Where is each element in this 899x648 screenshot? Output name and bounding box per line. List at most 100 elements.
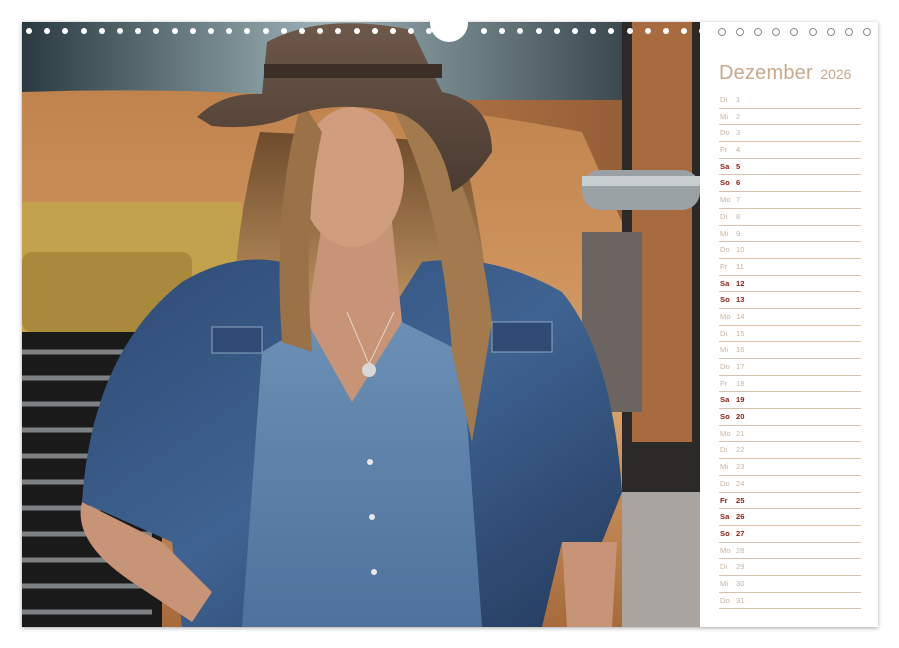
day-row: Mi 9	[719, 226, 861, 243]
day-number: 26	[736, 512, 745, 522]
day-row: Mi 16	[719, 342, 861, 359]
day-name: Di	[720, 445, 728, 455]
binding-hole	[80, 28, 87, 34]
binding-hole	[626, 28, 633, 34]
day-name: Mo	[720, 311, 731, 321]
binding-hole	[135, 28, 142, 34]
day-number: 10	[736, 245, 745, 255]
day-row: Mo 14	[719, 309, 861, 326]
binding-hole	[535, 28, 542, 34]
binding-hole	[262, 28, 269, 34]
day-row: Fr 25	[719, 493, 861, 510]
day-number: 5	[736, 161, 741, 171]
binding-hole	[699, 28, 706, 34]
day-name: Mo	[720, 195, 731, 205]
binding-hole	[44, 28, 51, 34]
day-number: 16	[736, 345, 745, 355]
day-row: So 27	[719, 526, 861, 543]
day-row: Di 8	[719, 209, 861, 226]
day-name: Do	[720, 478, 730, 488]
binding-hole	[499, 28, 506, 34]
binding-hole	[153, 28, 160, 34]
day-row: Do 17	[719, 359, 861, 376]
binding-hole	[553, 28, 560, 34]
day-number: 12	[736, 278, 745, 288]
day-row: Mo 7	[719, 192, 861, 209]
binding-hole	[644, 28, 651, 34]
binding-hole	[754, 28, 762, 36]
day-row: Mi 2	[719, 109, 861, 126]
day-name: So	[720, 295, 730, 305]
day-list: Di 1 Mi 2 Do 3 Fr 4 Sa 5 So 6 Mo 7 Di 8 Mi 9 Do 10 Fr 11 Sa 12 S…	[719, 92, 861, 610]
day-row: Mi 30	[719, 576, 861, 593]
day-number: 28	[736, 545, 745, 555]
day-name: Sa	[720, 161, 730, 171]
binding-hole	[863, 28, 872, 36]
day-number: 18	[736, 378, 745, 388]
day-name: Mi	[720, 228, 729, 238]
day-number: 22	[736, 445, 745, 455]
day-name: Do	[720, 362, 730, 371]
month-heading: Dezember 2026	[719, 62, 851, 85]
day-row: So 6	[719, 175, 861, 193]
binding-hole	[517, 28, 524, 34]
day-name: Do	[720, 595, 730, 605]
day-row: Di 29	[719, 559, 861, 576]
day-name: Di	[720, 211, 728, 221]
binding-hole	[845, 28, 853, 36]
day-number: 9	[736, 228, 741, 238]
day-number: 11	[736, 261, 744, 271]
binding-hole	[735, 28, 744, 36]
day-name: Sa	[720, 512, 730, 522]
day-name: Fr	[720, 495, 728, 505]
day-row: Sa 5	[719, 159, 861, 176]
day-row: Di 1	[719, 92, 861, 109]
binding-hole	[790, 28, 799, 36]
binding-hole	[62, 28, 69, 34]
binding-hole	[717, 28, 726, 36]
day-number: 1	[736, 95, 741, 104]
day-name: Do	[720, 245, 730, 255]
day-number: 24	[736, 478, 745, 488]
binding-hole	[590, 28, 597, 34]
day-number: 23	[736, 462, 745, 472]
day-number: 3	[736, 128, 741, 138]
binding-hole	[681, 28, 688, 34]
binding-hole	[353, 28, 360, 34]
day-row: Sa 12	[719, 276, 861, 293]
day-name: Fr	[720, 145, 728, 155]
day-row: Di 22	[719, 442, 861, 460]
day-row: Do 24	[719, 476, 861, 493]
binding-hole	[244, 28, 251, 34]
binding-hole	[26, 28, 32, 34]
day-row: Do 31	[719, 593, 861, 610]
day-name: Di	[720, 95, 728, 104]
day-name: Fr	[720, 261, 728, 271]
binding-hole	[481, 28, 487, 34]
day-name: Di	[720, 328, 728, 338]
day-name: Mi	[720, 345, 729, 355]
binding-hole	[390, 28, 396, 34]
binding-hole	[826, 28, 835, 36]
binding-hole	[226, 28, 233, 34]
binding-hole	[772, 28, 781, 36]
binding-hole	[117, 28, 123, 34]
day-number: 20	[736, 412, 745, 422]
day-number: 6	[736, 178, 741, 188]
day-row: So 20	[719, 409, 861, 426]
month-name: Dezember	[719, 62, 813, 84]
binding-hole	[208, 28, 214, 34]
day-row: Sa 26	[719, 509, 861, 526]
binding-hole	[171, 28, 178, 34]
binding-hole	[371, 28, 378, 34]
day-name: Mo	[720, 545, 731, 555]
binding-hole	[98, 28, 105, 34]
binding-hole	[299, 28, 305, 34]
day-number: 29	[736, 562, 745, 572]
day-row: Di 15	[719, 326, 861, 343]
binding-hole	[608, 28, 615, 34]
day-name: Mi	[720, 111, 729, 121]
day-name: Do	[720, 128, 730, 138]
day-name: Fr	[720, 378, 728, 388]
day-number: 4	[736, 145, 741, 155]
